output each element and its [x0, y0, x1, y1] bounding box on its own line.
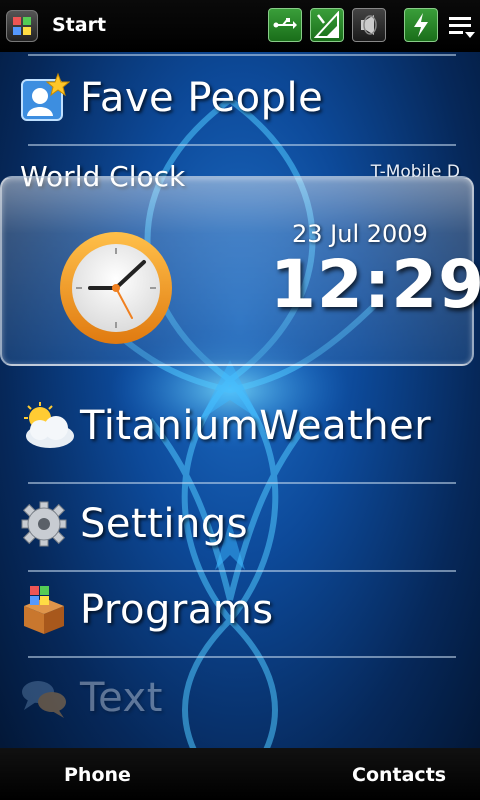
divider: [28, 570, 456, 572]
menu-item-text[interactable]: Text: [18, 672, 163, 724]
divider: [28, 482, 456, 484]
soft-key-bar: Phone Contacts: [0, 748, 480, 800]
phone-softkey[interactable]: Phone: [64, 764, 131, 786]
world-clock-date: 23 Jul 2009: [292, 220, 428, 248]
menu-item-titanium-weather[interactable]: TitaniumWeather: [18, 400, 431, 452]
divider: [28, 144, 456, 146]
contacts-star-icon: [21, 72, 70, 121]
world-clock-time: 12:29: [270, 246, 480, 323]
menu-item-fave-people[interactable]: Fave People: [18, 72, 323, 124]
signal-strength-icon[interactable]: [310, 8, 344, 42]
usb-sync-icon[interactable]: [268, 8, 302, 42]
speaker-icon[interactable]: [352, 8, 386, 42]
text-label: Text: [80, 675, 163, 721]
fave-people-label: Fave People: [80, 75, 324, 121]
start-label[interactable]: Start: [52, 14, 106, 36]
battery-charging-icon[interactable]: [404, 8, 438, 42]
programs-box-icon: [24, 586, 64, 634]
status-bar: Start: [0, 0, 480, 52]
speech-bubbles-icon: [22, 681, 66, 718]
contacts-softkey[interactable]: Contacts: [352, 764, 446, 786]
menu-item-settings[interactable]: Settings: [18, 498, 248, 550]
today-menu: Fave People World Clock T-Mobile D: [0, 52, 480, 748]
programs-label: Programs: [80, 587, 274, 633]
divider: [28, 54, 456, 56]
gear-icon: [21, 501, 67, 547]
menu-item-programs[interactable]: Programs: [18, 584, 274, 636]
analog-clock-icon: [60, 232, 172, 344]
titanium-weather-label: TitaniumWeather: [80, 403, 432, 449]
settings-label: Settings: [80, 501, 249, 547]
windows-start-icon[interactable]: [6, 10, 38, 42]
menu-icon[interactable]: [446, 10, 478, 44]
divider: [28, 656, 456, 658]
weather-sun-cloud-icon: [24, 402, 74, 448]
